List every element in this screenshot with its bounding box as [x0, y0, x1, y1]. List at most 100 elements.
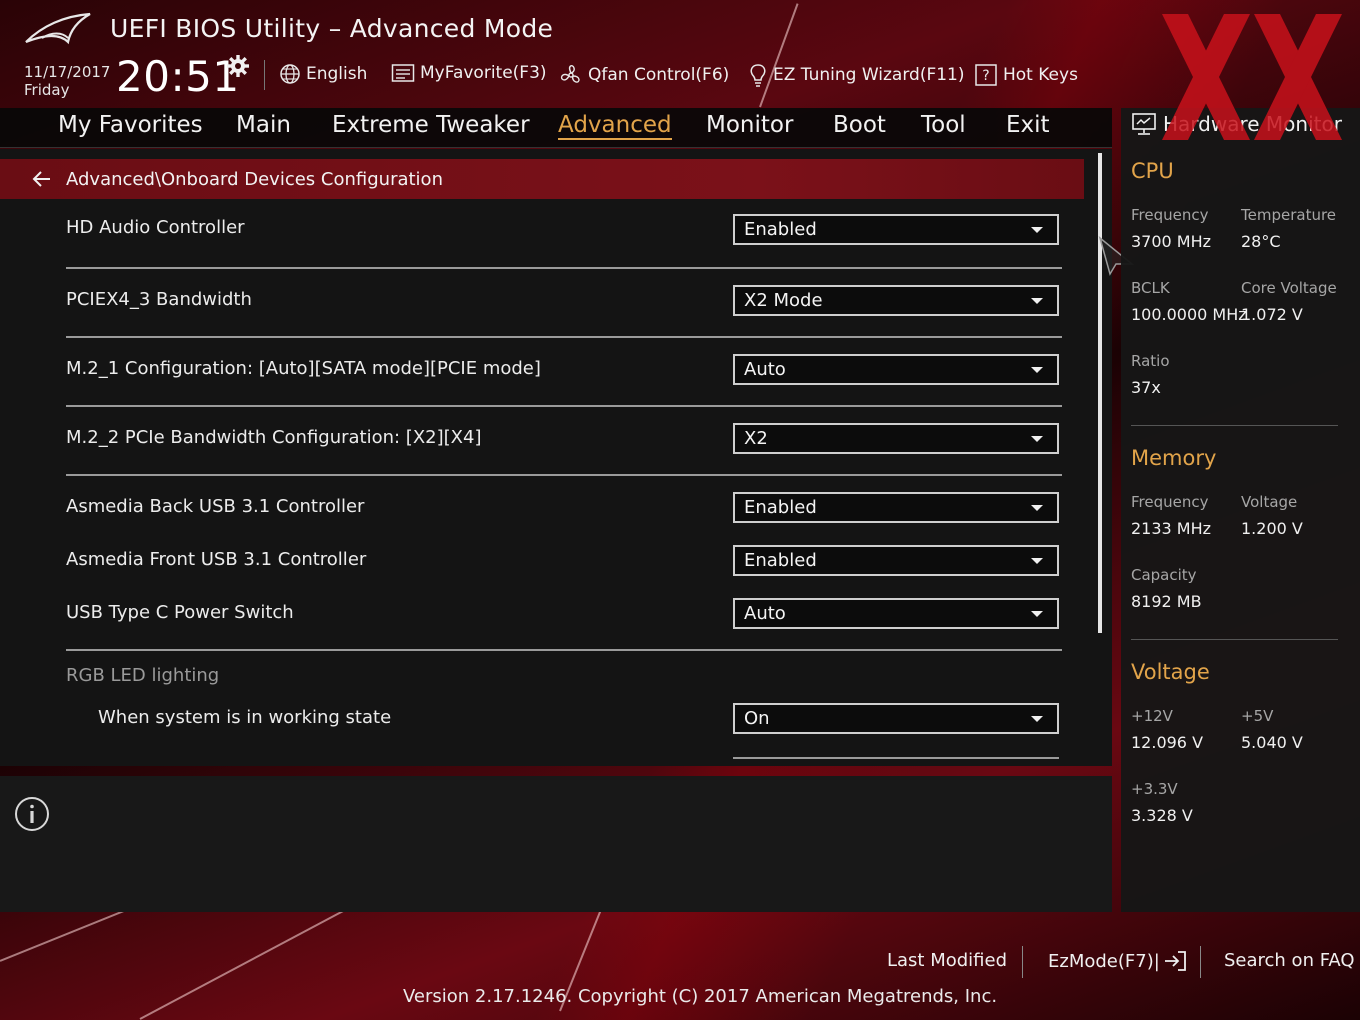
v12-label: +12V: [1131, 707, 1173, 725]
select-value: Auto: [744, 603, 786, 624]
exit-arrow-icon: [1164, 951, 1186, 971]
last-modified-button[interactable]: Last Modified: [887, 950, 1007, 971]
breadcrumb-text: Advanced\Onboard Devices Configuration: [66, 168, 443, 190]
pciex4-bandwidth-select[interactable]: X2 Mode: [733, 285, 1059, 316]
m2-2-bandwidth-select[interactable]: X2: [733, 423, 1059, 454]
tab-extreme-tweaker[interactable]: Extreme Tweaker: [332, 112, 530, 138]
rog-logo: [25, 12, 91, 45]
cpu-temperature-label: Temperature: [1241, 206, 1337, 224]
question-icon: ?: [975, 64, 997, 86]
caret-down-icon: [1031, 227, 1043, 233]
ez-mode-button[interactable]: EzMode(F7)|: [1048, 950, 1187, 972]
monitor-icon: [1132, 113, 1156, 135]
asmedia-back-usb-select[interactable]: Enabled: [733, 492, 1059, 523]
language-button[interactable]: English: [279, 63, 367, 85]
memory-voltage-value: 1.200 V: [1241, 519, 1303, 538]
select-value: X2 Mode: [744, 290, 823, 311]
row-divider: [733, 757, 1059, 759]
gear-icon[interactable]: [226, 54, 250, 78]
select-value: Enabled: [744, 219, 817, 240]
v33-label: +3.3V: [1131, 780, 1178, 798]
cpu-frequency-label: Frequency: [1131, 206, 1209, 224]
select-value: Enabled: [744, 497, 817, 518]
memory-frequency-value: 2133 MHz: [1131, 519, 1212, 538]
cpu-section-title: CPU: [1131, 159, 1174, 183]
globe-icon: [280, 64, 300, 84]
myfavorite-button[interactable]: MyFavorite(F3): [391, 63, 547, 83]
caret-down-icon: [1031, 298, 1043, 304]
voltage-section-title: Voltage: [1131, 660, 1210, 684]
help-panel: [0, 776, 1112, 912]
memory-section-title: Memory: [1131, 446, 1217, 470]
row-divider: [66, 474, 1062, 476]
setting-label-m2-2-bandwidth: M.2_2 PCIe Bandwidth Configuration: [X2]…: [66, 427, 482, 448]
svg-text:?: ?: [982, 68, 989, 84]
v12-value: 12.096 V: [1131, 733, 1204, 752]
app-title: UEFI BIOS Utility – Advanced Mode: [110, 14, 554, 43]
ratio-label: Ratio: [1131, 352, 1170, 370]
row-divider: [66, 405, 1062, 407]
working-state-select[interactable]: On: [733, 703, 1059, 734]
qfan-button[interactable]: Qfan Control(F6): [559, 63, 729, 87]
core-voltage-value: 1.072 V: [1241, 305, 1303, 324]
caret-down-icon: [1031, 367, 1043, 373]
setting-label-asmedia-front-usb: Asmedia Front USB 3.1 Controller: [66, 549, 367, 570]
tab-tool[interactable]: Tool: [921, 112, 966, 138]
section-divider: [1131, 425, 1338, 426]
bclk-value: 100.0000 MHz: [1131, 305, 1247, 324]
cpu-temperature-value: 28°C: [1241, 232, 1281, 251]
footer-separator: [1200, 946, 1201, 978]
ez-tuning-label: EZ Tuning Wizard(F11): [773, 65, 965, 85]
v5-label: +5V: [1241, 707, 1274, 725]
caret-down-icon: [1031, 436, 1043, 442]
favorite-list-icon: [391, 64, 415, 82]
ratio-value: 37x: [1131, 378, 1161, 397]
hot-keys-label: Hot Keys: [1003, 65, 1078, 85]
asmedia-front-usb-select[interactable]: Enabled: [733, 545, 1059, 576]
watermark-logo: [1162, 14, 1342, 140]
footer-separator: [1022, 946, 1023, 978]
select-value: On: [744, 708, 770, 729]
usb-type-c-select[interactable]: Auto: [733, 598, 1059, 629]
row-divider: [66, 267, 1062, 269]
tab-boot[interactable]: Boot: [833, 112, 886, 138]
capacity-value: 8192 MB: [1131, 592, 1202, 611]
v33-value: 3.328 V: [1131, 806, 1193, 825]
language-label: English: [306, 64, 368, 84]
tab-advanced[interactable]: Advanced: [558, 112, 672, 140]
scrollbar[interactable]: [1098, 153, 1102, 633]
setting-label-hd-audio: HD Audio Controller: [66, 217, 245, 238]
v5-value: 5.040 V: [1241, 733, 1303, 752]
tab-my-favorites[interactable]: My Favorites: [58, 112, 203, 138]
caret-down-icon: [1031, 716, 1043, 722]
search-faq-button[interactable]: Search on FAQ: [1224, 950, 1355, 971]
header-separator: [264, 60, 265, 90]
main-nav: My Favorites Main Extreme Tweaker Advanc…: [0, 108, 1112, 148]
tab-main[interactable]: Main: [236, 112, 291, 138]
ez-mode-label: EzMode(F7)|: [1048, 950, 1160, 972]
date-text: 11/17/2017: [24, 63, 111, 81]
select-value: Enabled: [744, 550, 817, 571]
row-divider: [66, 336, 1062, 338]
m2-1-config-select[interactable]: Auto: [733, 354, 1059, 385]
tab-exit[interactable]: Exit: [1006, 112, 1050, 138]
back-arrow-icon[interactable]: [30, 167, 54, 191]
tab-monitor[interactable]: Monitor: [706, 112, 793, 138]
hardware-monitor: Hardware Monitor CPU Frequency Temperatu…: [1121, 108, 1360, 912]
weekday-text: Friday: [24, 81, 70, 99]
select-value: Auto: [744, 359, 786, 380]
memory-voltage-label: Voltage: [1241, 493, 1298, 511]
hot-keys-button[interactable]: ? Hot Keys: [974, 63, 1078, 87]
core-voltage-label: Core Voltage: [1241, 279, 1337, 297]
fan-icon: [560, 65, 580, 83]
date-display: 11/17/2017 Friday: [24, 63, 110, 99]
setting-label-asmedia-back-usb: Asmedia Back USB 3.1 Controller: [66, 496, 365, 517]
capacity-label: Capacity: [1131, 566, 1197, 584]
setting-label-usb-type-c: USB Type C Power Switch: [66, 602, 294, 623]
settings-panel: Advanced\Onboard Devices Configuration H…: [0, 149, 1134, 766]
info-icon: [15, 797, 49, 831]
qfan-label: Qfan Control(F6): [588, 65, 730, 85]
hd-audio-select[interactable]: Enabled: [733, 214, 1059, 245]
caret-down-icon: [1031, 505, 1043, 511]
ez-tuning-button[interactable]: EZ Tuning Wizard(F11): [748, 63, 965, 87]
